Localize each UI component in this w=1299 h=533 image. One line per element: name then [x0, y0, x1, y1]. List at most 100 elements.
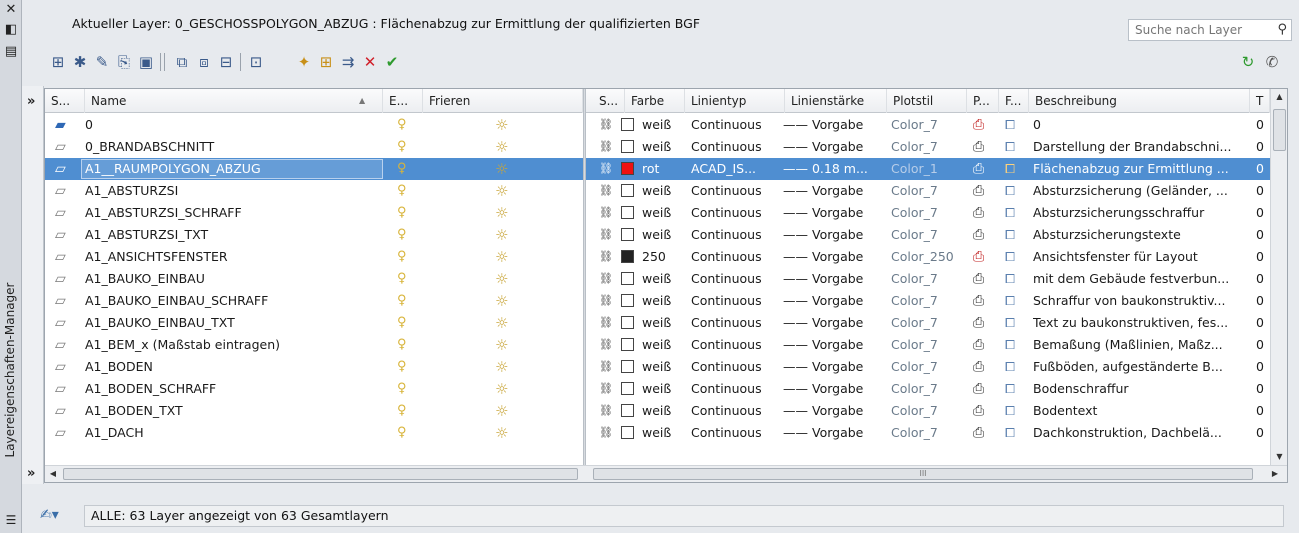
layer-transparency[interactable]: 0	[1256, 356, 1270, 378]
layer-transparency[interactable]: 0	[1256, 158, 1270, 180]
sun-icon[interactable]: ☼	[495, 422, 513, 444]
layer-transparency[interactable]: 0	[1256, 202, 1270, 224]
layer-linetype[interactable]: Continuous	[691, 224, 785, 246]
layer-plotstyle[interactable]: Color_250	[891, 246, 967, 268]
name-edit-box[interactable]	[81, 159, 383, 179]
layer-parallelogram-icon[interactable]: ▱	[55, 334, 79, 356]
viewport-freeze-icon[interactable]: ⧠	[1005, 202, 1023, 224]
viewport-freeze-icon[interactable]: ⧠	[1005, 224, 1023, 246]
layer-linetype[interactable]: Continuous	[691, 180, 785, 202]
sun-icon[interactable]: ☼	[495, 290, 513, 312]
scroll-left-icon[interactable]: ◀	[45, 466, 61, 482]
layer-plotstyle[interactable]: Color_7	[891, 422, 967, 444]
layer-row[interactable]: ▱ A1_DACH ♀ ☼ ⛓ weiß Continuous —— Vorgabe Color…	[45, 422, 1270, 444]
layer-transparency[interactable]: 0	[1256, 180, 1270, 202]
layer-lineweight[interactable]: —— Vorgabe	[783, 268, 885, 290]
layer-plotstyle[interactable]: Color_7	[891, 312, 967, 334]
sun-icon[interactable]: ☼	[495, 400, 513, 422]
layer-color[interactable]: weiß	[621, 268, 681, 290]
layer-parallelogram-icon[interactable]: ▱	[55, 180, 79, 202]
layer-color[interactable]: weiß	[621, 356, 681, 378]
layer-parallelogram-icon[interactable]: ▱	[55, 356, 79, 378]
layer-row[interactable]: ▱ A1_BODEN_SCHRAFF ♀ ☼ ⛓ weiß Continuous —— Vor…	[45, 378, 1270, 400]
layer-parallelogram-icon[interactable]: ▱	[55, 378, 79, 400]
sun-icon[interactable]: ☼	[495, 334, 513, 356]
layer-transparency[interactable]: 0	[1256, 290, 1270, 312]
layer-lineweight[interactable]: —— Vorgabe	[783, 290, 885, 312]
unlock-icon[interactable]: ⛓	[599, 180, 619, 202]
search-box[interactable]: ⚲	[1128, 19, 1292, 41]
printer-icon[interactable]: ⎙	[973, 180, 993, 202]
lightbulb-icon[interactable]: ♀	[397, 290, 415, 312]
layer-name[interactable]: 0_BRANDABSCHNITT	[85, 136, 381, 158]
unlock-icon[interactable]: ⛓	[599, 268, 619, 290]
viewport-freeze-icon[interactable]: ⧠	[1005, 136, 1023, 158]
layer-name[interactable]: A1_BODEN_TXT	[85, 400, 381, 422]
expand-filter-tree-icon[interactable]: »	[27, 94, 35, 109]
layer-color[interactable]: weiß	[621, 422, 681, 444]
layer-row[interactable]: ▱ A1_BAUKO_EINBAU_SCHRAFF ♀ ☼ ⛓ weiß Continuou…	[45, 290, 1270, 312]
layer-row[interactable]: ▱ A1__RAUMPOLYGON_ABZUG ♀ ☼ ⛓ rot ACAD_IS... ——…	[45, 158, 1270, 180]
layer-transparency[interactable]: 0	[1256, 268, 1270, 290]
printer-icon[interactable]: ⎙	[973, 268, 993, 290]
layer-row[interactable]: ▱ A1_BODEN_TXT ♀ ☼ ⛓ weiß Continuous —— Vorgabe…	[45, 400, 1270, 422]
layer-transparency[interactable]: 0	[1256, 378, 1270, 400]
layer-lineweight[interactable]: —— Vorgabe	[783, 422, 885, 444]
lightbulb-icon[interactable]: ♀	[397, 224, 415, 246]
layer-name[interactable]: A1_DACH	[85, 422, 381, 444]
lightbulb-icon[interactable]: ♀	[397, 378, 415, 400]
layer-lineweight[interactable]: —— Vorgabe	[783, 312, 885, 334]
lightbulb-icon[interactable]: ♀	[397, 422, 415, 444]
layer-name[interactable]: A1_ABSTURZSI_TXT	[85, 224, 381, 246]
layer-name[interactable]: A1_BODEN	[85, 356, 381, 378]
layer-lineweight[interactable]: —— Vorgabe	[783, 224, 885, 246]
sun-icon[interactable]: ☼	[495, 268, 513, 290]
layer-color[interactable]: weiß	[621, 224, 681, 246]
layer-name[interactable]: A1_ANSICHTSFENSTER	[85, 246, 381, 268]
match-layer-icon[interactable]: ⧈	[194, 51, 214, 73]
viewport-freeze-icon[interactable]: ⧠	[1005, 268, 1023, 290]
printer-icon[interactable]: ⎙	[973, 312, 993, 334]
layer-color[interactable]: rot	[621, 158, 681, 180]
layer-lineweight[interactable]: —— Vorgabe	[783, 246, 885, 268]
layer-transparency[interactable]: 0	[1256, 312, 1270, 334]
layer-parallelogram-icon[interactable]: ▱	[55, 246, 79, 268]
sun-icon[interactable]: ☼	[495, 312, 513, 334]
layer-description[interactable]: Dachkonstruktion, Dachbelä...	[1033, 422, 1250, 444]
sun-icon[interactable]: ☼	[495, 202, 513, 224]
auto-hide-icon[interactable]: ◧	[3, 22, 19, 38]
scroll-up-icon[interactable]: ▲	[1271, 89, 1288, 105]
col-name-header[interactable]: Name ▲	[85, 89, 383, 113]
unlock-icon[interactable]: ⛓	[599, 246, 619, 268]
layer-description[interactable]: Absturzsicherungstexte	[1033, 224, 1250, 246]
layer-row[interactable]: ▱ 0_BRANDABSCHNITT ♀ ☼ ⛓ weiß Continuous —— Vor…	[45, 136, 1270, 158]
col-on-header[interactable]: E...	[383, 89, 423, 113]
col-color-header[interactable]: Farbe	[625, 89, 685, 113]
refresh-icon[interactable]: ↻	[1238, 51, 1258, 73]
sun-icon[interactable]: ☼	[495, 136, 513, 158]
layer-description[interactable]: 0	[1033, 114, 1250, 136]
unlock-icon[interactable]: ⛓	[599, 224, 619, 246]
layer-row[interactable]: ▰ 0 ♀ ☼ ⛓ weiß Continuous —— Vorgabe Color_7 ⎙ ⧠ 0 0	[45, 114, 1270, 136]
layer-tools-icon[interactable]: ⇉	[338, 51, 358, 73]
col-lineweight-header[interactable]: Linienstärke	[785, 89, 887, 113]
lightbulb-icon[interactable]: ♀	[397, 268, 415, 290]
layer-description[interactable]: Ansichtsfenster für Layout	[1033, 246, 1250, 268]
layer-linetype[interactable]: Continuous	[691, 136, 785, 158]
layer-transparency[interactable]: 0	[1256, 114, 1270, 136]
unlock-icon[interactable]: ⛓	[599, 312, 619, 334]
col-newvp-header[interactable]: F...	[999, 89, 1029, 113]
unlock-icon[interactable]: ⛓	[599, 290, 619, 312]
layer-plotstyle[interactable]: Color_7	[891, 224, 967, 246]
layer-lineweight[interactable]: —— Vorgabe	[783, 400, 885, 422]
new-group-filter-icon[interactable]: ✱	[70, 51, 90, 73]
right-pane-scroll-thumb[interactable]: III	[593, 468, 1253, 480]
printer-icon[interactable]: ⎙	[973, 334, 993, 356]
lightbulb-icon[interactable]: ♀	[397, 136, 415, 158]
sun-icon[interactable]: ☼	[495, 378, 513, 400]
vertical-scrollbar[interactable]: ▲ ▼	[1270, 89, 1287, 465]
layer-plotstyle[interactable]: Color_7	[891, 356, 967, 378]
vertical-scroll-thumb[interactable]	[1273, 109, 1286, 151]
unlock-icon[interactable]: ⛓	[599, 202, 619, 224]
layer-linetype[interactable]: Continuous	[691, 312, 785, 334]
